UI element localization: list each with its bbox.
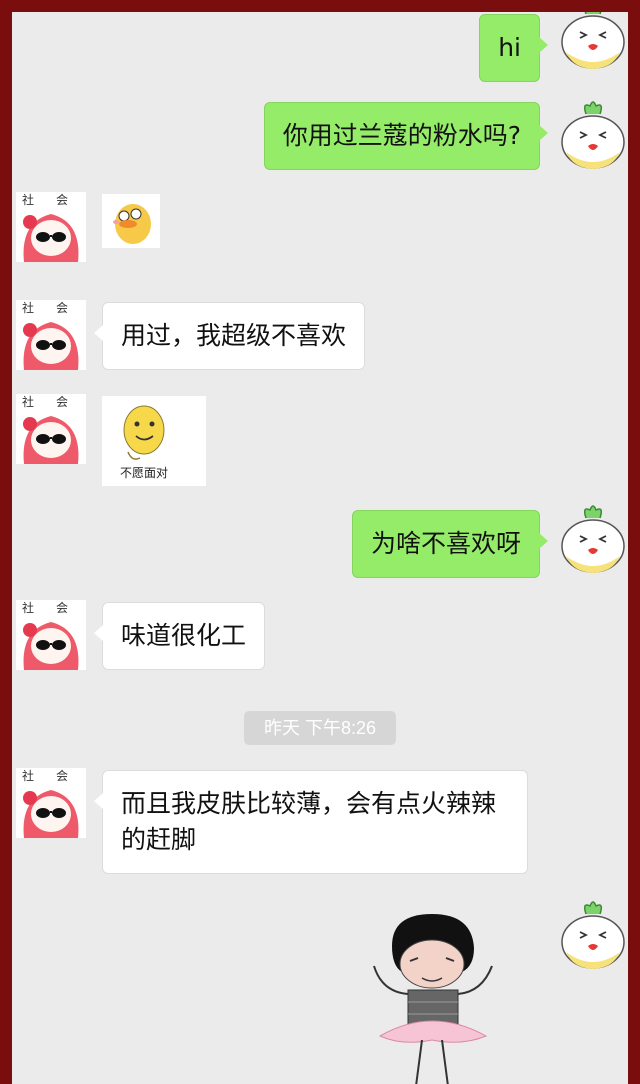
contact-avatar-girl-icon[interactable]: 社 会	[16, 394, 86, 464]
incoming-text-bubble[interactable]: 味道很化工	[93, 602, 266, 670]
contact-avatar-girl-icon[interactable]: 社 会	[16, 300, 86, 370]
ballerina-cartoon-sticker-icon[interactable]	[352, 906, 522, 1084]
avatar-label-right: 会	[56, 301, 68, 315]
self-avatar-radish-icon[interactable]	[558, 12, 628, 70]
incoming-text-bubble[interactable]: 用过，我超级不喜欢	[93, 302, 366, 370]
timestamp-pill: 昨天 下午8:26	[244, 711, 396, 745]
duck-sticker-icon[interactable]	[102, 194, 160, 248]
avatar-label-left: 社	[22, 600, 34, 615]
message-text: 你用过兰蔻的粉水吗?	[282, 121, 521, 150]
self-avatar-radish-icon[interactable]	[558, 100, 628, 170]
avatar-label-right: 会	[56, 193, 68, 207]
avatar-label-left: 社	[22, 300, 34, 315]
message-text: 味道很化工	[121, 621, 247, 650]
avatar-label-right: 会	[56, 395, 68, 409]
smiley-face-icon	[123, 405, 165, 460]
message-text: 用过，我超级不喜欢	[121, 321, 347, 350]
avatar-label-left: 社	[22, 192, 34, 207]
self-avatar-radish-icon[interactable]	[558, 892, 628, 972]
outgoing-text-bubble[interactable]: hi	[479, 14, 548, 82]
contact-avatar-girl-icon[interactable]: 社 会	[16, 768, 86, 838]
smiley-sticker[interactable]: 不愿面对	[102, 396, 206, 486]
sticker-caption: 不愿面对	[120, 466, 169, 480]
self-avatar-radish-icon[interactable]	[558, 494, 628, 578]
contact-avatar-girl-icon[interactable]: 社 会	[16, 192, 86, 262]
outgoing-text-bubble[interactable]: 为啥不喜欢呀	[351, 510, 549, 578]
chat-screen: hi 你用过兰蔻的粉水吗? 社 会 社 会 用过，我超级不喜欢 社 会 不愿面对…	[12, 12, 628, 1084]
message-text: 而且我皮肤比较薄，会有点火辣辣的赶脚	[121, 789, 497, 854]
avatar-label-left: 社	[22, 394, 34, 409]
avatar-label-right: 会	[56, 769, 68, 783]
avatar-label-right: 会	[56, 601, 68, 615]
outgoing-text-bubble[interactable]: 你用过兰蔻的粉水吗?	[263, 102, 549, 170]
avatar-label-left: 社	[22, 768, 34, 783]
message-text: hi	[498, 33, 521, 62]
contact-avatar-girl-icon[interactable]: 社 会	[16, 600, 86, 670]
message-text: 为啥不喜欢呀	[370, 529, 521, 558]
incoming-text-bubble[interactable]: 而且我皮肤比较薄，会有点火辣辣的赶脚	[94, 770, 528, 874]
